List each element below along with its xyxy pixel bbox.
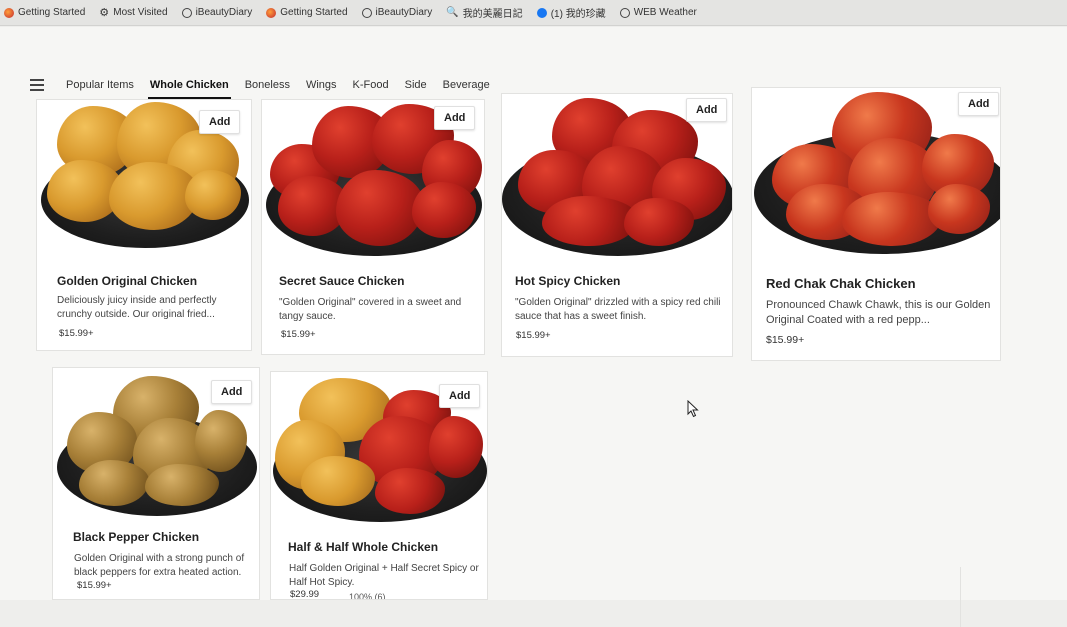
- tab-side[interactable]: Side: [397, 75, 435, 95]
- item-name: Half & Half Whole Chicken: [288, 540, 439, 554]
- globe-icon: [181, 7, 192, 18]
- globe-icon: [619, 7, 630, 18]
- bookmark-ibeautydiary-2[interactable]: iBeautyDiary: [361, 7, 433, 18]
- menu-card-red-chak-chak[interactable]: Add Red Chak Chak Chicken Pronounced Cha…: [751, 87, 1001, 361]
- item-description: Deliciously juicy inside and perfectly c…: [57, 295, 217, 320]
- zoom-indicator: 100% (6): [349, 592, 386, 600]
- tab-boneless[interactable]: Boneless: [237, 75, 298, 95]
- item-description: Pronounced Chawk Chawk, this is our Gold…: [766, 299, 991, 326]
- tab-popular-items[interactable]: Popular Items: [58, 75, 142, 95]
- divider: [960, 567, 961, 627]
- bookmark-label: WEB Weather: [633, 7, 697, 18]
- bookmark-label: iBeautyDiary: [195, 7, 253, 18]
- bookmark-facebook[interactable]: (1) 我的珍藏: [536, 5, 606, 20]
- bookmark-getting-started-2[interactable]: Getting Started: [266, 7, 348, 18]
- item-description: "Golden Original" drizzled with a spicy …: [515, 297, 721, 322]
- menu-card-golden-original[interactable]: Add Golden Original Chicken Deliciously …: [36, 99, 252, 351]
- bookmark-web-weather[interactable]: WEB Weather: [619, 7, 697, 18]
- add-button[interactable]: Add: [686, 98, 728, 122]
- bookmark-beauty-diary-cn[interactable]: 🔍 我的美麗日記: [446, 5, 522, 20]
- bookmark-label: Most Visited: [113, 7, 168, 18]
- item-price: $15.99+: [59, 328, 94, 339]
- add-button[interactable]: Add: [439, 384, 481, 408]
- bookmark-most-visited[interactable]: ⚙ Most Visited: [99, 7, 167, 18]
- firefox-icon: [266, 7, 277, 18]
- item-name: Black Pepper Chicken: [73, 530, 200, 544]
- bookmark-getting-started[interactable]: Getting Started: [4, 7, 85, 18]
- category-tabs: Popular Items Whole Chicken Boneless Win…: [30, 75, 498, 99]
- tab-beverage[interactable]: Beverage: [435, 75, 498, 95]
- bookmark-label: Getting Started: [18, 7, 86, 18]
- item-description: "Golden Original" covered in a sweet and…: [279, 297, 462, 322]
- add-button[interactable]: Add: [211, 380, 253, 404]
- firefox-icon: [4, 7, 14, 18]
- key-icon: 🔍: [446, 6, 459, 18]
- globe-icon: [361, 7, 372, 18]
- item-name: Hot Spicy Chicken: [515, 274, 621, 288]
- menu-card-black-pepper[interactable]: Add Black Pepper Chicken Golden Original…: [52, 367, 260, 600]
- menu-icon[interactable]: [30, 79, 44, 91]
- item-price: $15.99+: [281, 329, 316, 340]
- facebook-icon: [536, 7, 547, 18]
- menu-card-secret-sauce[interactable]: Add Secret Sauce Chicken "Golden Origina…: [261, 99, 485, 355]
- item-name: Golden Original Chicken: [57, 274, 198, 288]
- add-button[interactable]: Add: [958, 92, 1000, 116]
- item-price: $15.99+: [766, 334, 805, 346]
- item-price: $15.99+: [77, 580, 112, 591]
- bookmark-label: (1) 我的珍藏: [550, 9, 606, 20]
- tab-k-food[interactable]: K-Food: [345, 75, 397, 95]
- item-name: Red Chak Chak Chicken: [766, 276, 916, 291]
- item-price: $15.99+: [516, 330, 551, 341]
- item-name: Secret Sauce Chicken: [279, 274, 405, 288]
- bookmark-label: 我的美麗日記: [462, 9, 523, 20]
- menu-card-hot-spicy[interactable]: Add Hot Spicy Chicken "Golden Original" …: [501, 93, 733, 357]
- bookmark-ibeautydiary[interactable]: iBeautyDiary: [181, 7, 253, 18]
- tab-wings[interactable]: Wings: [298, 75, 345, 95]
- item-description: Half Golden Original + Half Secret Spicy…: [289, 563, 479, 588]
- add-button[interactable]: Add: [199, 110, 241, 134]
- gear-icon: ⚙: [99, 6, 110, 19]
- bookmark-label: Getting Started: [280, 7, 348, 18]
- item-price: $29.99: [290, 589, 320, 600]
- bookmarks-bar: Getting Started ⚙ Most Visited iBeautyDi…: [0, 0, 1067, 26]
- bookmark-label: iBeautyDiary: [375, 7, 433, 18]
- menu-card-half-and-half[interactable]: Add Half & Half Whole Chicken Half Golde…: [270, 371, 488, 600]
- tab-whole-chicken[interactable]: Whole Chicken: [142, 75, 237, 99]
- item-description: Golden Original with a strong punch of b…: [74, 553, 245, 578]
- menu-page: Popular Items Whole Chicken Boneless Win…: [0, 27, 1067, 627]
- add-button[interactable]: Add: [434, 106, 476, 130]
